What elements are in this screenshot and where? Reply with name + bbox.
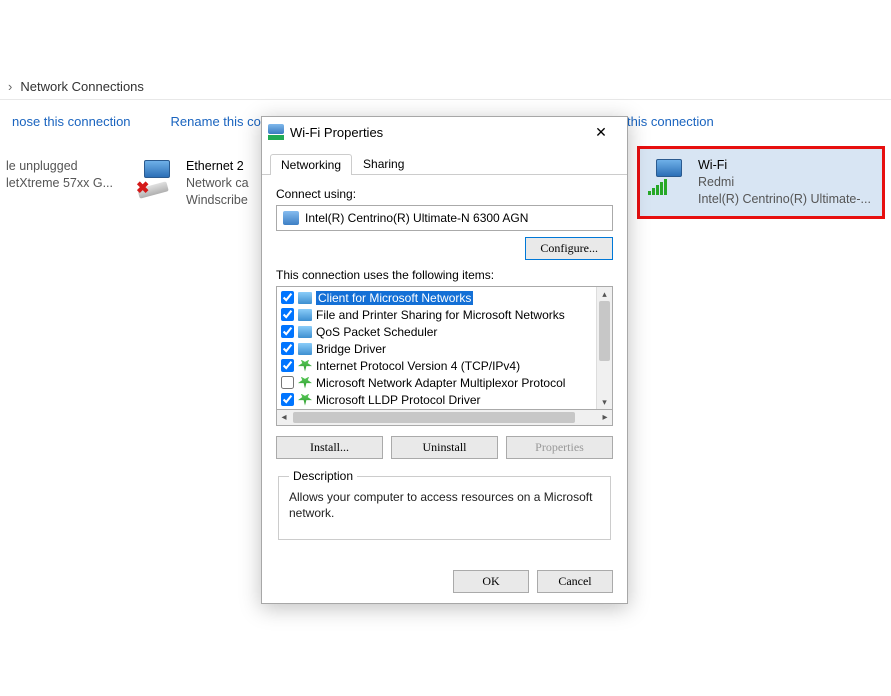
list-item[interactable]: Client for Microsoft Networks — [279, 289, 594, 306]
scroll-thumb-h[interactable] — [293, 412, 575, 423]
client-icon — [298, 292, 312, 304]
list-item-label: Microsoft LLDP Protocol Driver — [316, 393, 481, 407]
protocol-checkbox[interactable] — [281, 325, 294, 338]
list-item[interactable]: Microsoft Network Adapter Multiplexor Pr… — [279, 374, 594, 391]
divider — [0, 99, 891, 100]
protocol-checkbox[interactable] — [281, 376, 294, 389]
uninstall-button[interactable]: Uninstall — [391, 436, 498, 459]
install-button[interactable]: Install... — [276, 436, 383, 459]
cancel-button[interactable]: Cancel — [537, 570, 613, 593]
conn-device: Intel(R) Centrino(R) Ultimate-... — [698, 191, 871, 208]
tab-bar: Networking Sharing — [262, 149, 627, 175]
protocol-checkbox[interactable] — [281, 359, 294, 372]
conn-status: le unplugged — [6, 158, 113, 175]
toolbar-diagnose[interactable]: nose this connection — [12, 114, 131, 129]
description-text: Allows your computer to access resources… — [289, 489, 600, 521]
conn-ssid: Redmi — [698, 174, 871, 191]
tab-networking[interactable]: Networking — [270, 154, 352, 175]
scroll-up-icon[interactable]: ▴ — [597, 287, 612, 301]
protocol-icon — [298, 377, 312, 389]
conn-title: Wi-Fi — [698, 157, 871, 174]
protocol-listbox[interactable]: Client for Microsoft Networks File and Pr… — [276, 286, 613, 410]
wifi-properties-dialog: Wi-Fi Properties ✕ Networking Sharing Co… — [261, 116, 628, 604]
adapter-field[interactable]: Intel(R) Centrino(R) Ultimate-N 6300 AGN — [276, 205, 613, 231]
list-item[interactable]: Microsoft LLDP Protocol Driver — [279, 391, 594, 408]
protocol-icon — [298, 394, 312, 406]
client-icon — [298, 309, 312, 321]
tab-sharing[interactable]: Sharing — [352, 153, 415, 174]
protocol-checkbox[interactable] — [281, 393, 294, 406]
breadcrumb-label: Network Connections — [20, 79, 144, 94]
scroll-right-icon[interactable]: ▸ — [598, 412, 612, 423]
properties-button[interactable]: Properties — [506, 436, 613, 459]
dialog-titlebar[interactable]: Wi-Fi Properties ✕ — [262, 117, 627, 147]
list-item-label: QoS Packet Scheduler — [316, 325, 437, 339]
client-icon — [298, 343, 312, 355]
ok-button[interactable]: OK — [453, 570, 529, 593]
network-adapter-icon: ✖ — [136, 158, 176, 198]
conn-title: Ethernet 2 — [186, 158, 249, 175]
list-item[interactable]: Bridge Driver — [279, 340, 594, 357]
wifi-adapter-icon — [648, 157, 688, 197]
connect-using-label: Connect using: — [276, 187, 613, 201]
chevron-right-icon: › — [8, 79, 12, 94]
adapter-name: Intel(R) Centrino(R) Ultimate-N 6300 AGN — [305, 211, 528, 225]
scrollbar-vertical[interactable]: ▴ ▾ — [596, 287, 612, 409]
items-label: This connection uses the following items… — [276, 268, 613, 282]
client-icon — [298, 326, 312, 338]
adapter-icon — [283, 211, 299, 225]
protocol-checkbox[interactable] — [281, 291, 294, 304]
protocol-icon — [298, 360, 312, 372]
description-legend: Description — [289, 469, 357, 483]
list-item-label: Bridge Driver — [316, 342, 386, 356]
wifi-icon — [268, 124, 284, 140]
configure-button[interactable]: Configure... — [525, 237, 613, 260]
description-group: Description Allows your computer to acce… — [278, 469, 611, 540]
dialog-title: Wi-Fi Properties — [290, 125, 581, 140]
scroll-left-icon[interactable]: ◂ — [277, 412, 291, 423]
list-item[interactable]: File and Printer Sharing for Microsoft N… — [279, 306, 594, 323]
close-button[interactable]: ✕ — [581, 118, 621, 146]
scroll-down-icon[interactable]: ▾ — [597, 395, 612, 409]
list-item-label: Internet Protocol Version 4 (TCP/IPv4) — [316, 359, 520, 373]
list-item[interactable]: QoS Packet Scheduler — [279, 323, 594, 340]
conn-device: letXtreme 57xx G... — [6, 175, 113, 192]
connection-item-wifi[interactable]: Wi-Fi Redmi Intel(R) Centrino(R) Ultimat… — [637, 146, 885, 219]
conn-device: Windscribe — [186, 192, 249, 209]
protocol-checkbox[interactable] — [281, 342, 294, 355]
protocol-checkbox[interactable] — [281, 308, 294, 321]
scroll-thumb[interactable] — [599, 301, 610, 361]
scrollbar-horizontal[interactable]: ◂ ▸ — [276, 410, 613, 426]
conn-status: Network ca — [186, 175, 249, 192]
list-item-label: Microsoft Network Adapter Multiplexor Pr… — [316, 376, 565, 390]
breadcrumb[interactable]: › Network Connections — [0, 74, 891, 98]
list-item-label: File and Printer Sharing for Microsoft N… — [316, 308, 565, 322]
list-item[interactable]: Internet Protocol Version 4 (TCP/IPv4) — [279, 357, 594, 374]
list-item-label: Client for Microsoft Networks — [316, 291, 473, 305]
